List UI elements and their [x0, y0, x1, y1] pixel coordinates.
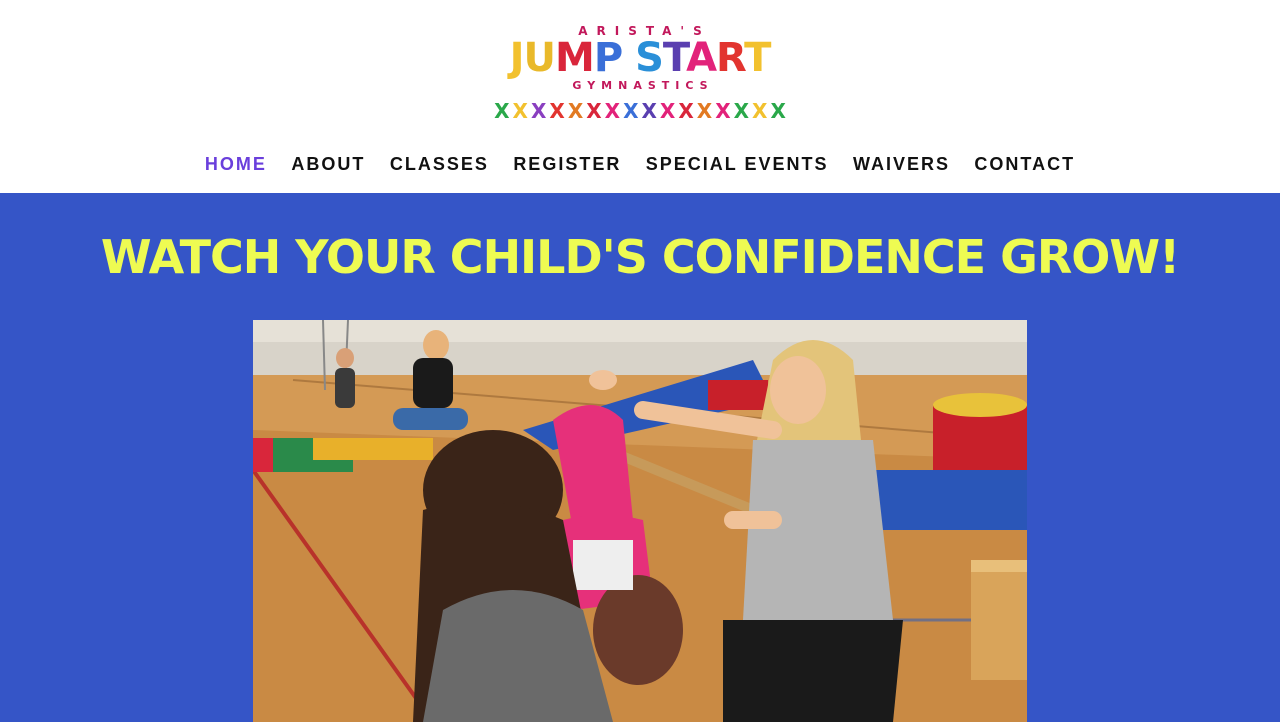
site-logo[interactable]: ARISTA'S JUMP START GYMNASTICS XXXXXXXXX… — [478, 22, 802, 126]
nav-item-waivers[interactable]: WAIVERS — [853, 150, 950, 178]
gym-photo-illustration — [253, 320, 1027, 722]
logo-letter: T — [744, 35, 771, 81]
logo-letter: A — [686, 35, 717, 81]
main-nav: HOME ABOUT CLASSES REGISTER SPECIAL EVEN… — [0, 150, 1280, 178]
jumping-figure-icon: X — [752, 99, 768, 123]
jumping-figure-icon: X — [530, 99, 547, 123]
jumping-figure-icon: X — [623, 99, 639, 123]
nav-item-contact[interactable]: CONTACT — [974, 150, 1075, 178]
logo-letter: R — [716, 35, 745, 81]
logo-letter: S — [635, 35, 664, 81]
nav-item-classes[interactable]: CLASSES — [390, 150, 489, 178]
jumping-figure-icon: X — [696, 99, 713, 123]
logo-bottom-text: GYMNASTICS — [572, 79, 714, 92]
nav-item-home[interactable]: HOME — [205, 150, 267, 178]
logo-letter: T — [662, 35, 687, 81]
jumping-figure-icon: X — [715, 99, 731, 123]
jumping-figure-icon: X — [641, 99, 657, 123]
jumping-figure-icon: X — [659, 99, 676, 123]
jumping-figure-icon: X — [604, 99, 621, 123]
site-header: ARISTA'S JUMP START GYMNASTICS XXXXXXXXX… — [0, 0, 1280, 193]
jumping-figure-icon: X — [494, 99, 510, 123]
nav-item-about[interactable]: ABOUT — [291, 150, 365, 178]
jumping-figure-icon: X — [586, 99, 602, 123]
jumping-figure-icon: X — [770, 99, 786, 123]
jumping-figure-icon: X — [567, 99, 584, 123]
jumping-figure-icon: X — [549, 99, 565, 123]
logo-letter — [622, 35, 635, 81]
jumping-figure-icon: X — [512, 99, 528, 123]
hero-section: WATCH YOUR CHILD'S CONFIDENCE GROW! — [0, 193, 1280, 722]
logo-letter: M — [555, 35, 595, 81]
hero-headline: WATCH YOUR CHILD'S CONFIDENCE GROW! — [100, 230, 1180, 284]
jumping-figure-icon: X — [678, 99, 694, 123]
logo-figures-icon: XXXXXXXXXXXXXXXX — [478, 98, 802, 125]
jumping-figure-icon: X — [733, 99, 750, 123]
nav-item-special-events[interactable]: SPECIAL EVENTS — [646, 150, 829, 178]
nav-item-register[interactable]: REGISTER — [513, 150, 621, 178]
logo-letter: J — [509, 35, 525, 81]
logo-letter: P — [593, 35, 623, 81]
logo-letter: U — [523, 35, 557, 81]
hero-photo — [253, 320, 1027, 722]
logo-main-text: JUMP START — [478, 36, 802, 80]
